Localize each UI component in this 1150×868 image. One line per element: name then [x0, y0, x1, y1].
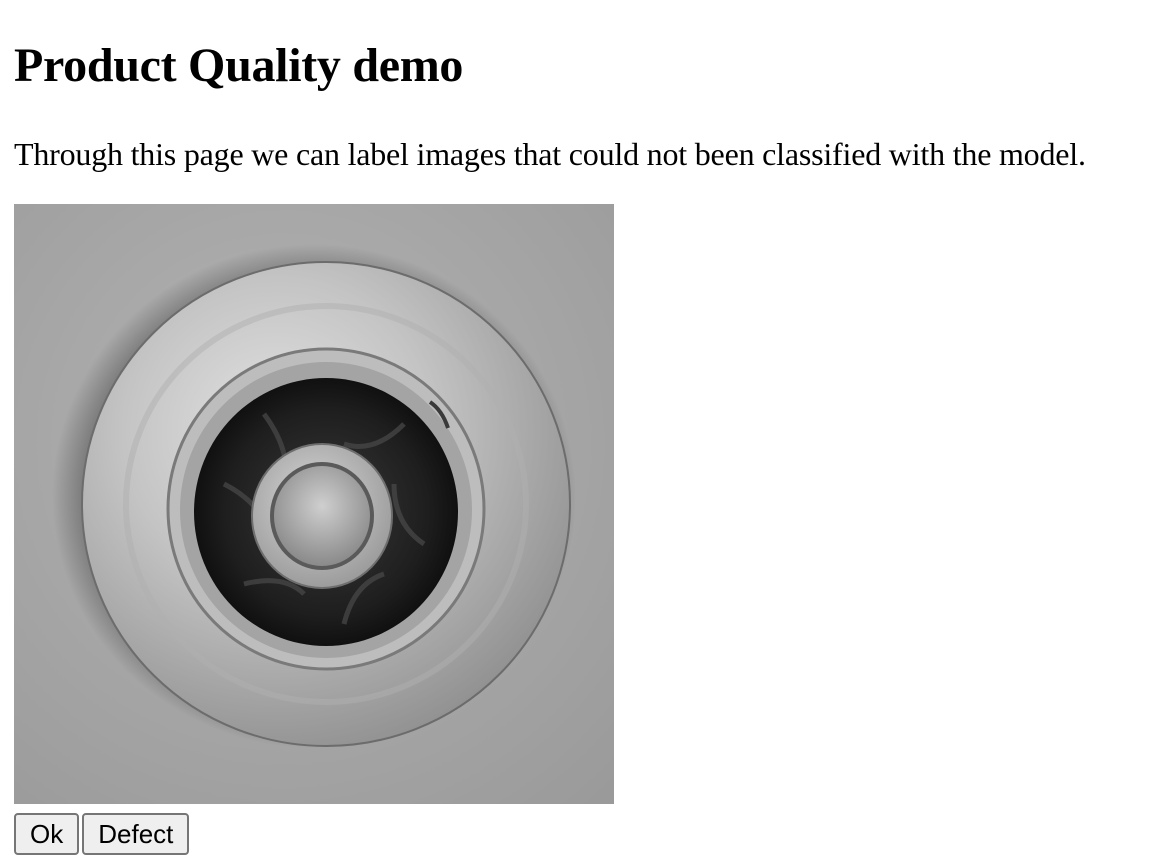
ok-button[interactable]: Ok — [14, 813, 80, 855]
page-intro: Through this page we can label images th… — [14, 136, 1086, 172]
page-title: Product Quality demo — [14, 39, 464, 92]
page: Product Quality demo Through this page w… — [0, 0, 1150, 855]
product-image — [14, 204, 614, 804]
defect-button[interactable]: Defect — [82, 813, 190, 855]
label-actions: Ok Defect — [14, 813, 1136, 855]
